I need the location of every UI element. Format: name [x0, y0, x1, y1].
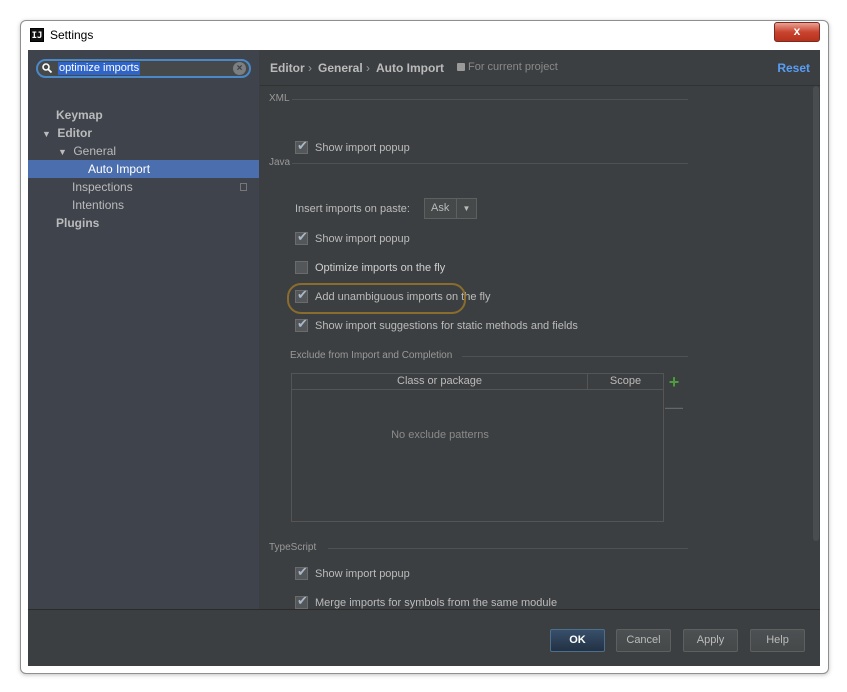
dialog-button-bar: OK Cancel Apply Help: [28, 609, 820, 666]
sidebar-item-label: Keymap: [56, 108, 103, 122]
sidebar-item-label: General: [73, 144, 117, 158]
sidebar-item-label: Intentions: [72, 198, 125, 212]
cancel-button[interactable]: Cancel: [616, 629, 671, 652]
sidebar-item-intentions[interactable]: Intentions: [28, 196, 259, 214]
settings-search-field[interactable]: optimize imports ×: [36, 59, 251, 78]
breadcrumb-separator: ›: [366, 61, 370, 75]
dropdown-arrow-icon[interactable]: ▼: [456, 199, 476, 218]
insert-imports-dropdown[interactable]: Ask ▼: [424, 198, 477, 219]
checkbox[interactable]: ✔: [295, 229, 308, 245]
sidebar-item-keymap[interactable]: Keymap: [28, 106, 259, 124]
expand-arrow-icon[interactable]: ▼: [58, 143, 70, 161]
breadcrumb: Editor › General › Auto Import For curre…: [260, 50, 820, 86]
settings-client-area: optimize imports × Keymap ▼ Editor ▼ Gen…: [28, 50, 820, 666]
project-copy-icon: [240, 183, 247, 191]
checkbox[interactable]: ✔: [295, 593, 308, 609]
project-scope-icon: [457, 63, 465, 71]
column-header-class-or-package[interactable]: Class or package: [292, 374, 588, 390]
checkmark-icon: ✔: [297, 229, 308, 244]
checkbox[interactable]: [295, 261, 308, 274]
xml-section-title: XML: [269, 93, 290, 104]
settings-sidebar: optimize imports × Keymap ▼ Editor ▼ Gen…: [28, 50, 259, 609]
checkbox-label: Show import popup: [315, 142, 410, 154]
sidebar-item-label: Editor: [57, 126, 93, 140]
checkbox[interactable]: ✔: [295, 138, 308, 154]
section-divider: [292, 99, 688, 100]
close-window-button[interactable]: x: [774, 22, 820, 42]
section-divider: [328, 548, 688, 549]
column-header-scope[interactable]: Scope: [588, 374, 663, 390]
insert-imports-label: Insert imports on paste:: [295, 203, 410, 215]
ok-button[interactable]: OK: [550, 629, 605, 652]
section-divider: [462, 356, 688, 357]
reset-link[interactable]: Reset: [777, 61, 810, 75]
checkbox[interactable]: ✔: [295, 564, 308, 580]
help-button[interactable]: Help: [750, 629, 805, 652]
title-bar: IJ Settings x: [21, 21, 828, 49]
remove-pattern-button[interactable]: —: [665, 398, 683, 416]
clear-search-icon[interactable]: ×: [233, 62, 246, 75]
empty-table-message: No exclude patterns: [391, 429, 489, 441]
checkmark-icon: ✔: [297, 138, 308, 153]
add-pattern-button[interactable]: +: [665, 373, 683, 391]
sidebar-item-editor[interactable]: ▼ Editor: [28, 124, 259, 142]
apply-button[interactable]: Apply: [683, 629, 738, 652]
java-section-title: Java: [269, 157, 291, 168]
section-divider: [292, 163, 688, 164]
exclude-section-title: Exclude from Import and Completion: [290, 350, 453, 361]
sidebar-item-label: Plugins: [56, 216, 100, 230]
sidebar-item-auto-import[interactable]: Auto Import: [28, 160, 259, 178]
checkmark-icon: ✔: [297, 593, 308, 608]
intellij-app-icon: IJ: [30, 28, 44, 42]
search-input[interactable]: optimize imports: [58, 62, 141, 75]
search-icon: [42, 63, 52, 73]
checkbox-label: Show import suggestions for static metho…: [315, 320, 578, 332]
breadcrumb-auto-import: Auto Import: [376, 61, 444, 75]
insert-imports-value: Ask: [431, 202, 450, 214]
breadcrumb-editor[interactable]: Editor: [270, 61, 305, 75]
scrollbar-thumb[interactable]: [813, 86, 819, 541]
checkbox[interactable]: ✔: [295, 316, 308, 332]
scope-label: For current project: [468, 61, 558, 73]
search-match-highlight: [287, 283, 466, 314]
expand-arrow-icon[interactable]: ▼: [42, 125, 54, 143]
sidebar-item-general[interactable]: ▼ General: [28, 142, 259, 160]
breadcrumb-separator: ›: [308, 61, 312, 75]
checkmark-icon: ✔: [297, 564, 308, 579]
checkbox-label: Show import popup: [315, 233, 410, 245]
sidebar-item-label: Auto Import: [88, 162, 151, 176]
settings-window: IJ Settings x optimize imports × Keymap …: [20, 20, 829, 674]
sidebar-item-inspections[interactable]: Inspections: [28, 178, 259, 196]
checkmark-icon: ✔: [297, 316, 308, 331]
checkbox-label: Merge imports for symbols from the same …: [315, 597, 558, 609]
exclude-patterns-table[interactable]: Class or package Scope No exclude patter…: [291, 373, 664, 522]
checkbox-label: Optimize imports on the fly: [315, 262, 446, 274]
settings-content: Editor › General › Auto Import For curre…: [260, 50, 820, 609]
breadcrumb-general[interactable]: General: [318, 61, 363, 75]
window-title: Settings: [50, 28, 94, 42]
checkbox-label: Show import popup: [315, 568, 410, 580]
sidebar-item-label: Inspections: [72, 180, 133, 194]
sidebar-item-plugins[interactable]: Plugins: [28, 214, 259, 232]
typescript-section-title: TypeScript: [269, 542, 317, 553]
